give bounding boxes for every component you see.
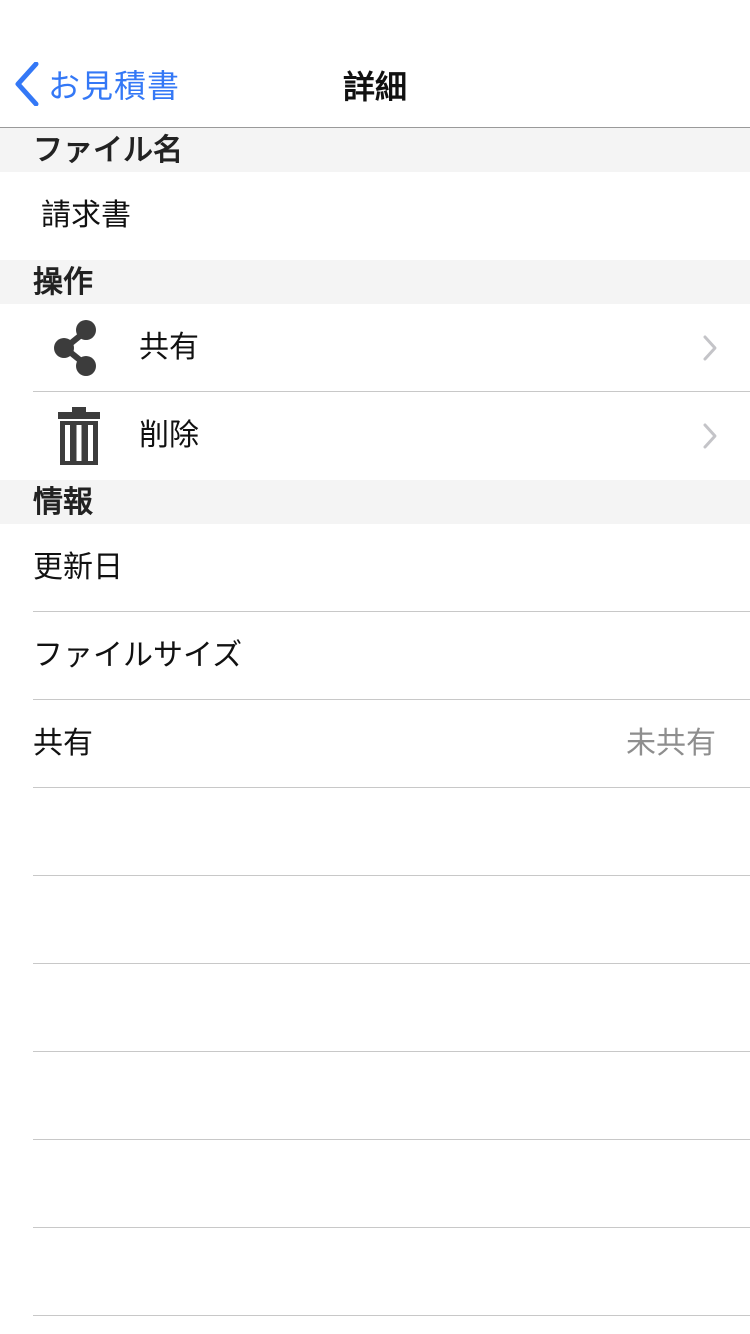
filename-row[interactable]: 請求書 (0, 172, 750, 260)
empty-row (0, 1228, 750, 1316)
filename-value: 請求書 (41, 198, 131, 233)
share-status-value: 未共有 (626, 726, 716, 761)
app-screen: お見積書 詳細 ファイル名 請求書 操作 共有 削除 情報 更新日 ファイルサイ… (0, 0, 750, 1334)
navigation-bar: お見積書 詳細 (0, 0, 750, 128)
updated-date-row: 更新日 (0, 524, 750, 612)
share-action-label: 共有 (139, 330, 199, 365)
share-action-row[interactable]: 共有 (0, 304, 750, 392)
row-separator (33, 1315, 750, 1316)
section-header-filename: ファイル名 (0, 128, 750, 172)
share-status-row: 共有 未共有 (0, 700, 750, 788)
filesize-label: ファイルサイズ (33, 638, 243, 673)
empty-row (0, 1052, 750, 1140)
chevron-right-icon (702, 334, 718, 362)
page-title: 詳細 (342, 68, 407, 106)
share-icon (45, 304, 105, 392)
share-status-label: 共有 (33, 726, 93, 761)
trash-icon (49, 392, 109, 480)
empty-row (0, 788, 750, 876)
updated-date-label: 更新日 (33, 550, 123, 585)
section-header-operations: 操作 (0, 260, 750, 304)
empty-row (0, 1140, 750, 1228)
empty-row (0, 876, 750, 964)
delete-action-label: 削除 (139, 418, 199, 453)
section-header-info: 情報 (0, 480, 750, 524)
delete-action-row[interactable]: 削除 (0, 392, 750, 480)
filesize-row: ファイルサイズ (0, 612, 750, 700)
chevron-right-icon (702, 422, 718, 450)
empty-row (0, 964, 750, 1052)
